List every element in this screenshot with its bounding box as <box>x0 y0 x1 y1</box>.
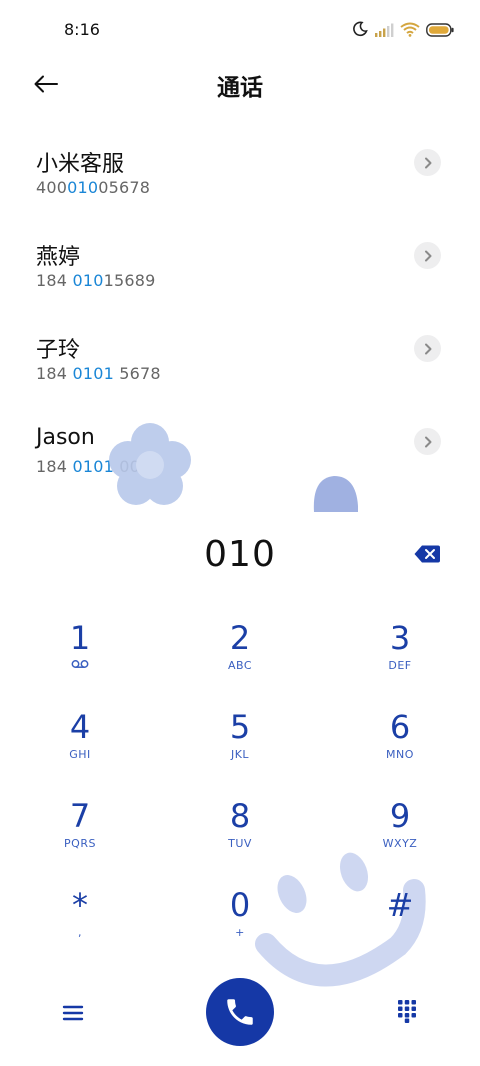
dial-display: 010 <box>0 520 480 590</box>
number-part: 184 <box>36 364 73 383</box>
key-digit: 5 <box>229 708 251 746</box>
key-letters: JKL <box>230 748 250 761</box>
status-bar: 8:16 <box>0 0 480 62</box>
number-part: 05678 <box>98 178 151 197</box>
battery-icon <box>426 22 454 41</box>
key-letters: PQRS <box>64 837 96 850</box>
key-0[interactable]: 0 + <box>180 885 300 965</box>
contact-number: 184 01015689 <box>36 271 155 290</box>
number-match-highlight: 010 <box>67 178 99 197</box>
voicemail-icon <box>20 658 140 674</box>
contact-detail-button[interactable] <box>414 149 441 176</box>
status-icons <box>352 21 454 41</box>
key-digit: 6 <box>389 708 411 746</box>
key-digit: 2 <box>229 619 251 657</box>
key-letters: ABC <box>227 659 253 672</box>
wifi-icon <box>400 22 420 41</box>
key-hash[interactable]: # <box>340 885 460 965</box>
number-part: 184 <box>36 271 73 290</box>
key-digit: 0 <box>229 886 251 924</box>
dialpad-icon <box>398 1000 416 1023</box>
dialed-number: 010 <box>204 534 276 575</box>
key-letters: + <box>235 926 245 939</box>
key-letters: TUV <box>228 837 252 850</box>
number-part: 400 <box>36 178 68 197</box>
key-1[interactable]: 1 <box>20 618 140 698</box>
key-star[interactable]: * , <box>20 885 140 965</box>
key-digit: 1 <box>69 619 91 657</box>
title-bar: 通话 <box>0 62 480 106</box>
number-match-highlight: 0101 <box>72 457 114 476</box>
bottom-action-bar <box>0 978 480 1048</box>
key-digit: * <box>72 886 88 924</box>
contact-detail-button[interactable] <box>414 335 441 362</box>
key-digit: 9 <box>389 797 411 835</box>
key-4[interactable]: 4 GHI <box>20 707 140 787</box>
key-7[interactable]: 7 PQRS <box>20 796 140 876</box>
chevron-right-icon <box>424 436 431 447</box>
key-9[interactable]: 9 WXYZ <box>340 796 460 876</box>
menu-button[interactable] <box>58 998 88 1028</box>
key-digit: 4 <box>69 708 91 746</box>
contact-name: 子玲 <box>36 338 81 363</box>
key-6[interactable]: 6 MNO <box>340 707 460 787</box>
moon-icon <box>352 21 368 41</box>
key-digit: 8 <box>229 797 251 835</box>
key-letters: DEF <box>388 659 412 672</box>
contact-number: 184 0101 0029 <box>36 457 161 476</box>
key-3[interactable]: 3 DEF <box>340 618 460 698</box>
call-button[interactable] <box>206 978 274 1046</box>
list-item[interactable]: 燕婷 184 01015689 <box>0 223 480 316</box>
key-letters: GHI <box>69 748 91 761</box>
number-part: 15689 <box>103 271 156 290</box>
contact-number: 184 0101 5678 <box>36 364 161 383</box>
contact-name: 燕婷 <box>36 245 81 270</box>
number-match-highlight: 010 <box>72 271 104 290</box>
contact-name: 小米客服 <box>36 152 125 177</box>
contact-number: 40001005678 <box>36 178 150 197</box>
number-part: 184 <box>36 457 73 476</box>
keypad-toggle-button[interactable] <box>392 996 422 1026</box>
menu-icon <box>62 1005 84 1021</box>
chevron-right-icon <box>424 250 431 261</box>
signal-icon <box>374 22 394 41</box>
chevron-right-icon <box>424 343 431 354</box>
contact-results-list: 小米客服 40001005678 燕婷 184 01015689 子玲 184 … <box>0 130 480 502</box>
number-part: 5678 <box>113 364 161 383</box>
key-2[interactable]: 2 ABC <box>180 618 300 698</box>
key-5[interactable]: 5 JKL <box>180 707 300 787</box>
key-8[interactable]: 8 TUV <box>180 796 300 876</box>
chevron-right-icon <box>424 157 431 168</box>
backspace-icon <box>414 545 440 563</box>
list-item[interactable]: 子玲 184 0101 5678 <box>0 316 480 409</box>
number-part: 0029 <box>113 457 161 476</box>
list-item[interactable]: 小米客服 40001005678 <box>0 130 480 223</box>
status-time: 8:16 <box>64 20 100 39</box>
key-letters: MNO <box>386 748 414 761</box>
key-letters: WXYZ <box>382 837 418 850</box>
page-title: 通话 <box>217 75 263 101</box>
contact-name: Jason <box>36 425 95 450</box>
key-digit: # <box>386 886 414 924</box>
key-digit: 3 <box>389 619 411 657</box>
key-letters: , <box>78 926 82 939</box>
number-match-highlight: 0101 <box>72 364 114 383</box>
phone-icon <box>227 999 253 1025</box>
list-item[interactable]: Jason 184 0101 0029 <box>0 409 480 502</box>
contact-detail-button[interactable] <box>414 428 441 455</box>
backspace-button[interactable] <box>412 543 442 565</box>
key-digit: 7 <box>69 797 91 835</box>
contact-detail-button[interactable] <box>414 242 441 269</box>
